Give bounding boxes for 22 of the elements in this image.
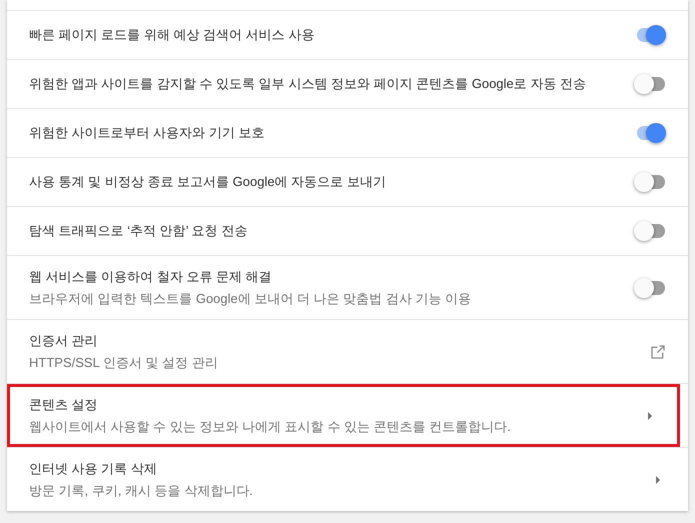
toggle-switch[interactable] xyxy=(636,123,666,143)
setting-title: 콘텐츠 설정 xyxy=(29,396,99,414)
setting-title: 위험한 사이트로부터 사용자와 기기 보호 xyxy=(29,124,266,142)
toggle-switch[interactable] xyxy=(636,74,666,94)
toggle-switch[interactable] xyxy=(636,221,666,241)
setting-title: 인터넷 사용 기록 삭제 xyxy=(29,460,158,478)
external-link-icon[interactable] xyxy=(650,344,666,360)
setting-title: 웹 서비스를 이용하여 철자 오류 문제 해결 xyxy=(29,268,273,286)
setting-title: 빠른 페이지 로드를 위해 예상 검색어 서비스 사용 xyxy=(29,26,316,44)
caret-icon[interactable] xyxy=(646,410,654,420)
setting-description: 웹사이트에서 사용할 수 있는 정보와 나에게 표시할 수 있는 콘텐츠를 컨트롤합니다. xyxy=(29,418,512,436)
setting-title: 사용 통계 및 비정상 종료 보고서를 Google에 자동으로 보내기 xyxy=(29,173,387,192)
setting-title: 위험한 앱과 사이트를 감지할 수 있도록 일부 시스템 정보와 페이지 콘텐츠를 Google로 자동 전송 xyxy=(29,75,587,94)
caret-icon[interactable] xyxy=(654,474,662,484)
toggle-switch[interactable] xyxy=(636,172,666,192)
setting-title: 탐색 트래픽으로 ‘추적 안함’ 요청 전송 xyxy=(29,222,248,240)
setting-description: HTTPS/SSL 인증서 및 설정 관리 xyxy=(29,354,219,372)
setting-title: 인증서 관리 xyxy=(29,332,99,350)
setting-description: 방문 기록, 쿠키, 캐시 등을 삭제합니다. xyxy=(29,482,254,500)
toggle-switch[interactable] xyxy=(636,278,666,298)
toggle-switch[interactable] xyxy=(636,25,666,45)
setting-description: 브라우저에 입력한 텍스트를 Google에 보내어 더 나은 맞춤법 검사 기능 이용 xyxy=(29,290,472,308)
